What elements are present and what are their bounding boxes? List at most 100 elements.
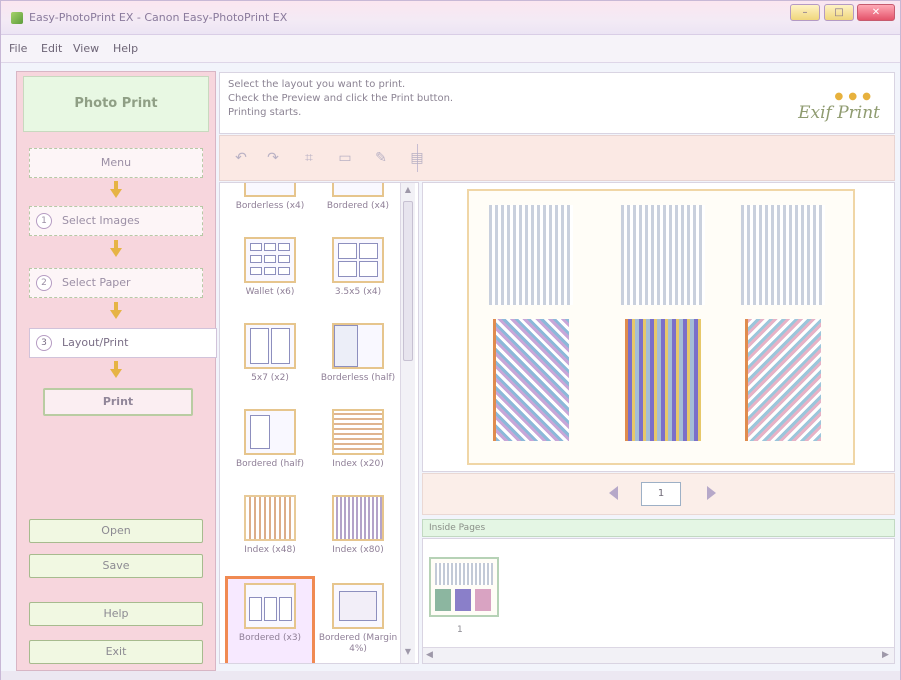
- trim-icon[interactable]: ⌗: [298, 147, 320, 169]
- layout-label: 3.5x5 (x4): [334, 287, 382, 297]
- layout-thumbnail: [332, 409, 384, 455]
- preview-photo-image: [493, 319, 569, 441]
- previous-page-icon[interactable]: [609, 486, 618, 500]
- layout-thumbnail: [244, 237, 296, 283]
- exif-print-logo-dots: ● ● ●: [834, 91, 872, 102]
- step-layout-print[interactable]: 3 Layout/Print: [29, 328, 217, 358]
- print-preview: [422, 182, 895, 472]
- step-menu[interactable]: Menu: [29, 148, 203, 178]
- pages-panel-header: Inside Pages: [422, 519, 895, 537]
- layout-thumbnail: [244, 583, 296, 629]
- layout-item[interactable]: Wallet (x6): [228, 233, 312, 319]
- layout-item[interactable]: Bordered (x4): [316, 183, 400, 233]
- layout-item[interactable]: Bordered (Margin 4%): [316, 579, 400, 663]
- preview-photo-image: [625, 319, 701, 441]
- menu-view[interactable]: View: [73, 42, 99, 55]
- layout-item-selected[interactable]: Bordered (x3): [225, 576, 315, 663]
- app-icon: [11, 12, 23, 24]
- menu-bar: File Edit View Help: [1, 35, 900, 63]
- layout-thumbnail: [332, 237, 384, 283]
- scroll-down-icon[interactable]: ▼: [403, 647, 413, 659]
- rotate-right-icon[interactable]: ↷: [262, 147, 284, 169]
- instruction-line: Printing starts.: [228, 107, 302, 118]
- layout-list-scrollbar[interactable]: ▲ ▼: [400, 183, 415, 663]
- layout-item[interactable]: Index (x48): [228, 491, 312, 577]
- scroll-left-icon[interactable]: ◀: [426, 650, 433, 660]
- layout-thumbnail: [332, 323, 384, 369]
- step-select-images-label: Select Images: [62, 214, 140, 227]
- sidebar: Photo Print Menu 1 Select Images 2 Select …: [16, 71, 217, 671]
- menu-file[interactable]: File: [9, 42, 27, 55]
- layout-thumbnail: [332, 495, 384, 541]
- save-button[interactable]: Save: [29, 554, 203, 578]
- layout-label: Bordered (half): [236, 459, 304, 469]
- layout-list: Borderless (x4) Bordered (x4) Wallet (x6…: [219, 182, 419, 664]
- layout-label: Wallet (x6): [245, 287, 295, 297]
- step-arrow-icon: [110, 181, 122, 198]
- scrollbar-thumb[interactable]: [403, 201, 413, 361]
- preview-photo-header: [489, 205, 573, 305]
- layout-thumbnail: [244, 183, 296, 197]
- step-number-badge: 3: [36, 335, 52, 351]
- page-navigator: 1: [422, 473, 895, 515]
- layout-item[interactable]: Borderless (half): [316, 319, 400, 405]
- step-select-paper[interactable]: 2 Select Paper: [29, 268, 203, 298]
- step-number-badge: 2: [36, 275, 52, 291]
- step-select-images[interactable]: 1 Select Images: [29, 206, 203, 236]
- layout-label: Bordered (Margin 4%): [318, 633, 398, 654]
- instructions-panel: Select the layout you want to print. Che…: [219, 72, 895, 134]
- layout-item[interactable]: Borderless (x4): [228, 183, 312, 233]
- layout-label: Bordered (x3): [238, 633, 302, 643]
- minimize-button[interactable]: –: [790, 4, 820, 21]
- menu-edit[interactable]: Edit: [41, 42, 62, 55]
- preview-photo: [621, 205, 705, 441]
- step-arrow-icon: [110, 361, 122, 378]
- correct-enhance-icon[interactable]: ✎: [370, 147, 392, 169]
- rotate-left-icon[interactable]: ↶: [230, 147, 252, 169]
- help-button[interactable]: Help: [29, 602, 203, 626]
- page-thumbnail[interactable]: [429, 557, 499, 617]
- status-bar: [1, 671, 900, 680]
- layout-thumbnail: [332, 183, 384, 197]
- layout-thumbnail: [332, 583, 384, 629]
- layout-item[interactable]: Index (x80): [316, 491, 400, 577]
- layout-label: Borderless (x4): [235, 201, 305, 211]
- layout-label: Borderless (half): [320, 373, 396, 383]
- layout-thumbnail: [244, 323, 296, 369]
- step-arrow-icon: [110, 302, 122, 319]
- pages-panel: 1: [422, 538, 895, 664]
- exit-button[interactable]: Exit: [29, 640, 203, 664]
- pages-panel-scrollbar[interactable]: ◀ ▶: [423, 647, 894, 663]
- frame-icon[interactable]: ▭: [334, 147, 356, 169]
- layout-print-icon[interactable]: ▤: [406, 147, 428, 169]
- edit-toolbar: ↶ ↷ ⌗ ▭ ✎ ▤: [219, 135, 895, 181]
- close-button[interactable]: ✕: [857, 4, 895, 21]
- open-button[interactable]: Open: [29, 519, 203, 543]
- layout-label: Index (x80): [332, 545, 384, 555]
- app-window: Easy-PhotoPrint EX - Canon Easy-PhotoPri…: [0, 0, 901, 680]
- title-bar: Easy-PhotoPrint EX - Canon Easy-PhotoPri…: [1, 1, 900, 35]
- instruction-line: Select the layout you want to print.: [228, 79, 406, 90]
- layout-item[interactable]: 3.5x5 (x4): [316, 233, 400, 319]
- layout-item[interactable]: 5x7 (x2): [228, 319, 312, 405]
- page-thumbnail-photo: [475, 589, 491, 611]
- next-page-icon[interactable]: [707, 486, 716, 500]
- layout-item[interactable]: Bordered (half): [228, 405, 312, 491]
- print-button[interactable]: Print: [43, 388, 193, 416]
- scroll-up-icon[interactable]: ▲: [403, 185, 413, 197]
- page-number-field[interactable]: 1: [641, 482, 681, 506]
- preview-sheet: [467, 189, 855, 465]
- mode-title: Photo Print: [23, 76, 209, 132]
- layout-label: 5x7 (x2): [251, 373, 289, 383]
- maximize-button[interactable]: □: [824, 4, 854, 21]
- step-select-paper-label: Select Paper: [62, 276, 131, 289]
- layout-label: Bordered (x4): [326, 201, 390, 211]
- layout-item[interactable]: Index (x20): [316, 405, 400, 491]
- page-thumbnail-header: [435, 563, 493, 585]
- exif-print-logo: Exif Print: [798, 103, 880, 123]
- preview-photo-header: [621, 205, 705, 305]
- page-thumbnail-label: 1: [457, 625, 463, 635]
- preview-photo: [741, 205, 825, 441]
- menu-help[interactable]: Help: [113, 42, 138, 55]
- scroll-right-icon[interactable]: ▶: [882, 650, 889, 660]
